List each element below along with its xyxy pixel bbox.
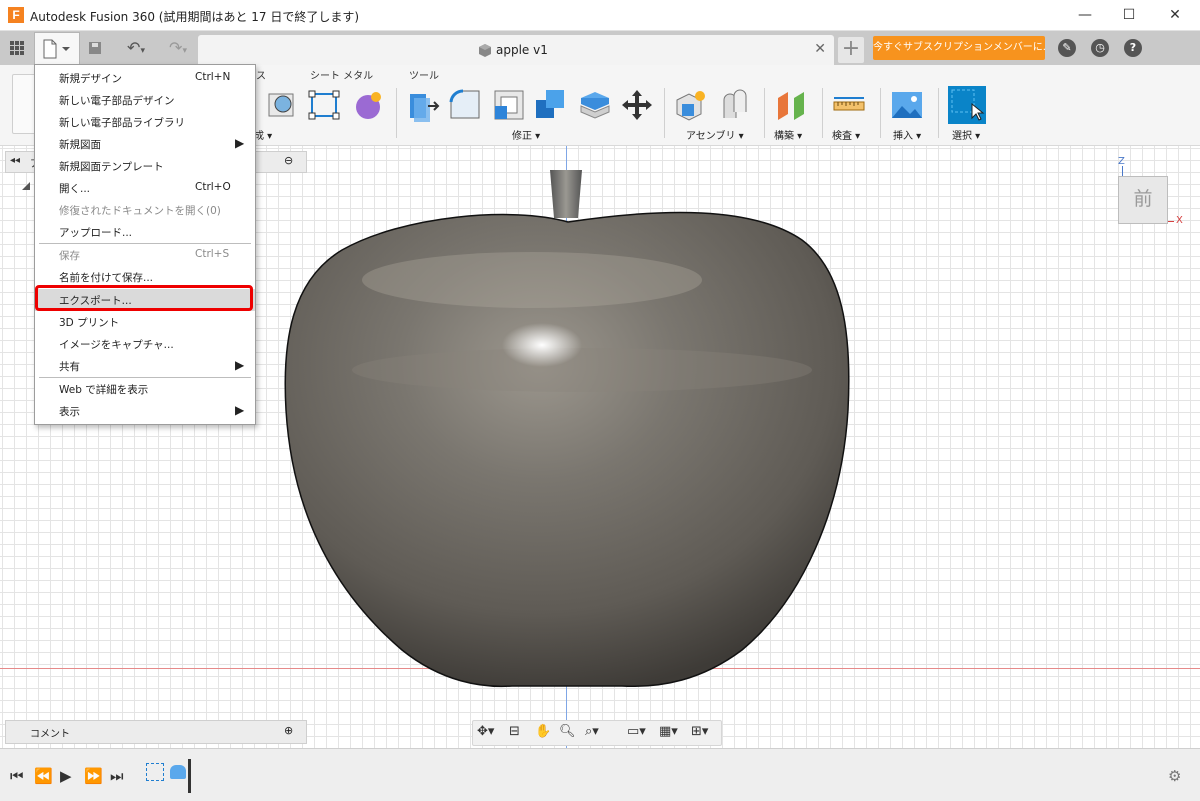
display-settings-icon[interactable]: ▭▾ xyxy=(627,724,646,739)
chamfer-icon[interactable] xyxy=(492,88,526,122)
menu-item-new-drawing-template[interactable]: 新規図面テンプレート xyxy=(35,155,255,177)
submenu-arrow-icon: ▶ xyxy=(235,358,245,372)
menu-item-upload[interactable]: アップロード... xyxy=(35,221,255,243)
timeline-marker[interactable] xyxy=(188,759,191,793)
maximize-button[interactable]: ☐ xyxy=(1106,0,1152,30)
ribbon-separator xyxy=(396,88,397,138)
menu-item-view-on-web[interactable]: Web で詳細を表示 xyxy=(35,378,255,400)
title-bar: F Autodesk Fusion 360 (試用期間はあと 17 日で終了しま… xyxy=(0,0,1200,31)
menu-item-save[interactable]: 保存 Ctrl+S xyxy=(35,244,255,266)
press-pull-icon[interactable] xyxy=(406,90,440,122)
data-panel-grid-icon[interactable] xyxy=(6,35,28,61)
export-highlight-box xyxy=(35,285,253,311)
move-icon[interactable] xyxy=(620,88,654,122)
subscribe-button[interactable]: 今すぐサブスクリプションメンバーに... xyxy=(873,36,1045,60)
minimize-button[interactable]: — xyxy=(1062,0,1108,30)
hole-icon[interactable] xyxy=(266,88,298,120)
axis-x-label: X xyxy=(1176,215,1183,226)
browser-expand-icon[interactable] xyxy=(22,182,30,190)
select-group-label[interactable]: 選択 ▾ xyxy=(952,127,980,142)
menu-item-open[interactable]: 開く... Ctrl+O xyxy=(35,177,255,199)
insert-group-label[interactable]: 挿入 ▾ xyxy=(893,127,921,142)
ribbon-tab-tools[interactable]: ツール xyxy=(409,67,439,82)
combine-icon[interactable] xyxy=(534,88,568,122)
timeline-settings-gear-icon[interactable]: ⚙ xyxy=(1168,767,1181,785)
close-window-button[interactable]: ✕ xyxy=(1152,0,1198,30)
job-status-icon[interactable]: ✎ xyxy=(1058,39,1076,57)
timeline-bar: ⏮ ⏪ ▶ ⏩ ⏭ ⚙ xyxy=(0,748,1200,801)
viewcube[interactable]: 前 xyxy=(1118,176,1168,224)
apple-model[interactable] xyxy=(282,210,854,692)
clock-icon[interactable]: ◷ xyxy=(1091,39,1109,57)
zoom-window-icon[interactable]: ⌕▾ xyxy=(585,724,599,739)
window-title: Autodesk Fusion 360 (試用期間はあと 17 日で終了します) xyxy=(30,10,360,24)
inspect-group-label[interactable]: 検査 ▾ xyxy=(832,127,860,142)
comments-panel[interactable]: コメント ⊕ xyxy=(5,720,307,744)
browser-minimize-icon[interactable]: ⊖ xyxy=(284,154,293,167)
insert-image-icon[interactable] xyxy=(890,88,924,122)
submenu-arrow-icon: ▶ xyxy=(235,136,245,150)
ribbon-separator xyxy=(764,88,765,138)
menu-item-new-drawing[interactable]: 新規図面 ▶ xyxy=(35,133,255,155)
viewports-icon[interactable]: ⊞▾ xyxy=(691,724,708,739)
timeline-next-icon[interactable]: ⏩ xyxy=(84,767,103,785)
new-component-icon[interactable] xyxy=(674,88,708,122)
menu-item-new-electronics-design[interactable]: 新しい電子部品デザイン xyxy=(35,89,255,111)
ribbon-separator xyxy=(880,88,881,138)
menu-item-new-electronics-library[interactable]: 新しい電子部品ライブラリ xyxy=(35,111,255,133)
comments-title: コメント xyxy=(30,729,70,740)
new-tab-button[interactable]: + xyxy=(838,37,864,63)
select-icon[interactable] xyxy=(948,86,986,124)
fusion-logo-icon: F xyxy=(8,7,24,23)
form-icon[interactable] xyxy=(352,88,386,122)
ribbon-separator xyxy=(822,88,823,138)
menu-item-capture-image[interactable]: イメージをキャプチャ... xyxy=(35,333,255,355)
assemble-group-label[interactable]: アセンブリ ▾ xyxy=(686,127,744,142)
save-icon[interactable] xyxy=(84,35,106,61)
add-comment-icon[interactable]: ⊕ xyxy=(284,724,293,737)
form-feature-icon[interactable] xyxy=(170,765,186,779)
menu-item-view[interactable]: 表示 ▶ xyxy=(35,400,255,422)
timeline-play-icon[interactable]: ▶ xyxy=(60,767,72,785)
menu-item-3d-print[interactable]: 3D プリント xyxy=(35,311,255,333)
help-icon[interactable]: ? xyxy=(1124,39,1142,57)
zoom-icon[interactable]: 🔍︎ xyxy=(559,724,576,739)
document-tab-label: apple v1 xyxy=(496,43,548,57)
grid-settings-icon[interactable]: ▦▾ xyxy=(659,724,678,739)
fillet-icon[interactable] xyxy=(448,88,482,122)
ribbon-tab-sheet-metal[interactable]: シート メタル xyxy=(310,67,373,82)
ribbon-tab-surface[interactable]: ス xyxy=(256,67,266,82)
look-at-icon[interactable]: ⊟ xyxy=(509,724,520,739)
collapse-browser-icon[interactable]: ◂◂ xyxy=(10,155,20,166)
timeline-prev-icon[interactable]: ⏪ xyxy=(34,767,53,785)
file-menu-button[interactable] xyxy=(34,32,80,65)
joint-icon[interactable] xyxy=(718,88,752,122)
create-group-label[interactable]: 成 ▾ xyxy=(254,127,272,142)
ribbon-separator xyxy=(664,88,665,138)
menu-item-new-design[interactable]: 新規デザイン Ctrl+N xyxy=(35,67,255,89)
submenu-arrow-icon: ▶ xyxy=(235,403,245,417)
close-tab-icon[interactable]: ✕ xyxy=(814,41,826,57)
pan-hand-icon[interactable]: ✋ xyxy=(535,724,551,739)
construct-group-label[interactable]: 構築 ▾ xyxy=(774,127,802,142)
undo-icon[interactable]: ↶▾ xyxy=(118,35,154,61)
navigation-bar: ✥▾ ⊟ ✋ 🔍︎ ⌕▾ ▭▾ ▦▾ ⊞▾ xyxy=(472,720,722,746)
file-menu: 新規デザイン Ctrl+N 新しい電子部品デザイン 新しい電子部品ライブラリ 新規… xyxy=(34,64,256,425)
timeline-first-icon[interactable]: ⏮ xyxy=(10,767,24,785)
menu-item-open-recovered[interactable]: 修復されたドキュメントを開く(0) xyxy=(35,199,255,221)
timeline-last-icon[interactable]: ⏭ xyxy=(110,767,124,785)
ribbon-separator xyxy=(938,88,939,138)
document-tab[interactable]: apple v1 ✕ xyxy=(198,35,834,65)
sketch-feature-icon[interactable] xyxy=(146,763,164,781)
measure-icon[interactable] xyxy=(832,92,866,118)
sketch-dimension-icon[interactable] xyxy=(308,90,340,120)
offset-plane-icon[interactable] xyxy=(774,88,808,122)
shell-icon[interactable] xyxy=(578,88,612,122)
modify-group-label[interactable]: 修正 ▾ xyxy=(512,127,540,142)
menu-item-share[interactable]: 共有 ▶ xyxy=(35,355,255,377)
orbit-icon[interactable]: ✥▾ xyxy=(477,724,494,739)
redo-icon[interactable]: ↷▾ xyxy=(160,35,196,61)
